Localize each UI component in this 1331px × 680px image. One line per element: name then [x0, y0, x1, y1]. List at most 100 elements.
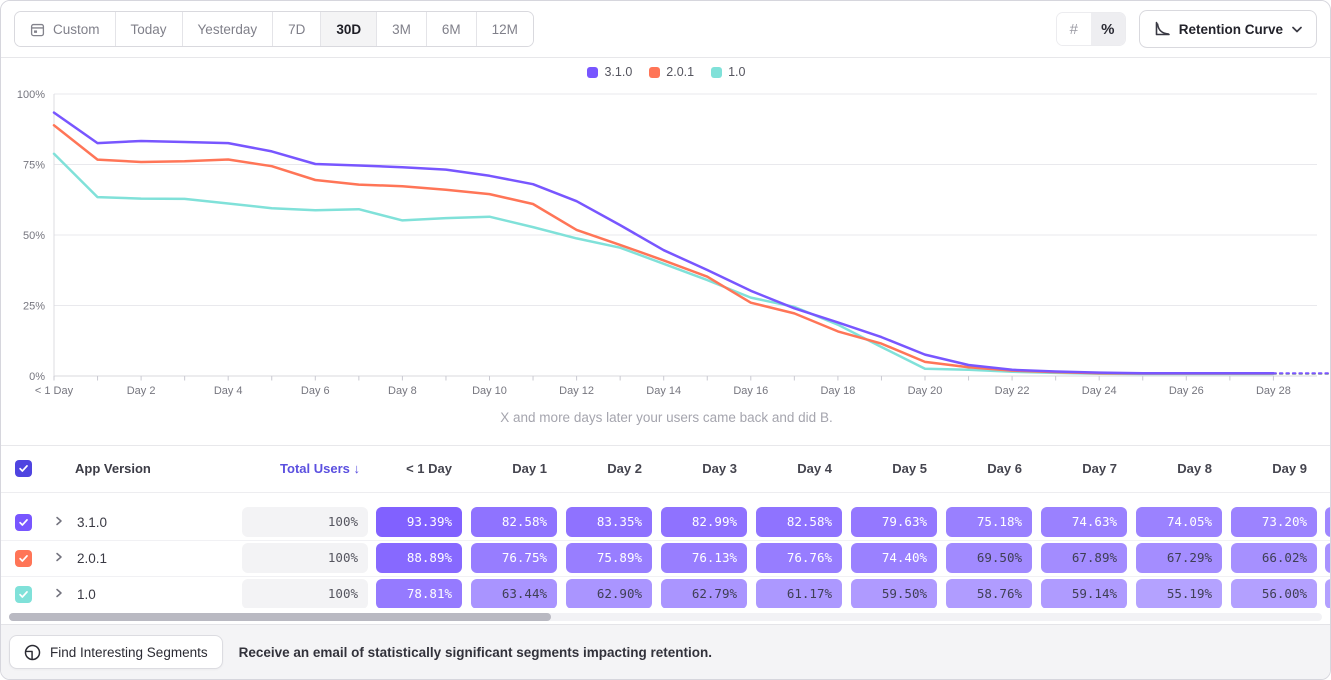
date-range-6m[interactable]: 6M	[427, 12, 477, 46]
calendar-icon	[30, 22, 45, 37]
row-checkbox-3.1.0[interactable]	[15, 514, 32, 531]
retention-cell-day-9[interactable]: 56.00%	[1231, 579, 1317, 609]
date-range-3m[interactable]: 3M	[377, 12, 427, 46]
format-percentage-button[interactable]: %	[1091, 13, 1125, 45]
svg-text:Day 18: Day 18	[820, 385, 855, 397]
column-header-app-version: App Version	[75, 461, 151, 476]
retention-cell-day-7[interactable]: 67.89%	[1041, 543, 1127, 573]
svg-text:25%: 25%	[23, 301, 45, 313]
date-range-control: CustomTodayYesterday7D30D3M6M12M	[14, 11, 534, 47]
svg-text:Day 16: Day 16	[733, 385, 768, 397]
svg-text:50%: 50%	[23, 230, 45, 242]
retention-cell-day-2[interactable]: 62.90%	[566, 579, 652, 609]
expand-chevron-icon[interactable]	[55, 588, 63, 598]
svg-text:Day 6: Day 6	[301, 385, 330, 397]
format-absolute-button[interactable]: #	[1057, 13, 1091, 45]
retention-cell-day-9[interactable]: 73.20%	[1231, 507, 1317, 537]
retention-cell-day-0[interactable]: 88.89%	[376, 543, 462, 573]
svg-text:Day 22: Day 22	[995, 385, 1030, 397]
date-range-7d[interactable]: 7D	[273, 12, 321, 46]
retention-cell-day-4[interactable]: 82.58%	[756, 507, 842, 537]
row-checkbox-1.0[interactable]	[15, 586, 32, 603]
column-header-day-1[interactable]: Day 1	[471, 461, 557, 476]
column-header-day-8[interactable]: Day 8	[1136, 461, 1222, 476]
svg-text:Day 28: Day 28	[1256, 385, 1291, 397]
column-header-1-day[interactable]: < 1 Day	[376, 461, 462, 476]
toolbar: CustomTodayYesterday7D30D3M6M12M #% Rete…	[1, 1, 1330, 58]
column-header-day-9[interactable]: Day 9	[1231, 461, 1317, 476]
column-header-day-7[interactable]: Day 7	[1041, 461, 1127, 476]
chevron-down-icon	[1292, 26, 1302, 33]
retention-cell-day-6[interactable]: 58.76%	[946, 579, 1032, 609]
column-header-day-2[interactable]: Day 2	[566, 461, 652, 476]
retention-cell-day-5[interactable]: 79.63%	[851, 507, 937, 537]
svg-text:Day 12: Day 12	[559, 385, 594, 397]
retention-table: App Version Total Users ↓ < 1 Day Day 1 Da…	[1, 445, 1331, 613]
svg-text:Day 2: Day 2	[127, 385, 156, 397]
retention-cell-day-9[interactable]: 66.02%	[1231, 543, 1317, 573]
column-header-day-5[interactable]: Day 5	[851, 461, 937, 476]
date-range-today[interactable]: Today	[116, 12, 183, 46]
date-range-yesterday[interactable]: Yesterday	[183, 12, 274, 46]
retention-cell-partial	[1325, 507, 1331, 537]
footer-bar: Find Interesting Segments Receive an ema…	[1, 624, 1330, 679]
retention-cell-day-2[interactable]: 75.89%	[566, 543, 652, 573]
retention-cell-day-6[interactable]: 69.50%	[946, 543, 1032, 573]
retention-cell-day-0[interactable]: 93.39%	[376, 507, 462, 537]
find-interesting-segments-label: Find Interesting Segments	[50, 645, 208, 660]
retention-cell-day-8[interactable]: 55.19%	[1136, 579, 1222, 609]
footer-message: Receive an email of statistically signif…	[239, 645, 712, 660]
retention-cell-day-3[interactable]: 76.13%	[661, 543, 747, 573]
svg-text:Day 20: Day 20	[908, 385, 943, 397]
date-range-12m[interactable]: 12M	[477, 12, 533, 46]
column-header-total-users[interactable]: Total Users ↓	[242, 461, 360, 476]
row-checkbox-2.0.1[interactable]	[15, 550, 32, 567]
app-version-label: 3.1.0	[77, 515, 107, 530]
retention-cell-day-1[interactable]: 76.75%	[471, 543, 557, 573]
sort-descending-icon: ↓	[354, 461, 361, 476]
chart-type-label: Retention Curve	[1179, 22, 1283, 37]
column-header-day-4[interactable]: Day 4	[756, 461, 842, 476]
date-range-30d[interactable]: 30D	[321, 12, 377, 46]
svg-text:Day 24: Day 24	[1082, 385, 1117, 397]
svg-text:Day 10: Day 10	[472, 385, 507, 397]
expand-chevron-icon[interactable]	[55, 552, 63, 562]
table-row-2.0.1: 2.0.1 100% 88.89% 76.75% 75.89% 76.13% 76.76% 7…	[1, 541, 1331, 577]
retention-cell-day-2[interactable]: 83.35%	[566, 507, 652, 537]
retention-cell-day-1[interactable]: 82.58%	[471, 507, 557, 537]
retention-cell-day-5[interactable]: 59.50%	[851, 579, 937, 609]
total-users-cell: 100%	[242, 543, 368, 573]
segments-icon	[24, 644, 41, 661]
app-version-label: 2.0.1	[77, 551, 107, 566]
retention-cell-day-8[interactable]: 74.05%	[1136, 507, 1222, 537]
retention-cell-day-5[interactable]: 74.40%	[851, 543, 937, 573]
retention-cell-day-3[interactable]: 62.79%	[661, 579, 747, 609]
retention-curve-icon	[1154, 21, 1170, 37]
retention-cell-day-7[interactable]: 59.14%	[1041, 579, 1127, 609]
retention-cell-day-8[interactable]: 67.29%	[1136, 543, 1222, 573]
svg-text:Day 26: Day 26	[1169, 385, 1204, 397]
expand-chevron-icon[interactable]	[55, 516, 63, 526]
find-interesting-segments-button[interactable]: Find Interesting Segments	[9, 635, 223, 669]
date-range-custom[interactable]: Custom	[15, 12, 116, 46]
retention-cell-day-1[interactable]: 63.44%	[471, 579, 557, 609]
svg-text:Day 4: Day 4	[214, 385, 243, 397]
retention-cell-day-0[interactable]: 78.81%	[376, 579, 462, 609]
svg-text:Day 8: Day 8	[388, 385, 417, 397]
retention-cell-day-3[interactable]: 82.99%	[661, 507, 747, 537]
column-header-day-6[interactable]: Day 6	[946, 461, 1032, 476]
select-all-checkbox[interactable]	[15, 460, 32, 477]
toolbar-right: #% Retention Curve	[1056, 10, 1317, 48]
retention-cell-partial	[1325, 543, 1331, 573]
scrollbar-thumb[interactable]	[9, 613, 551, 621]
chart-type-dropdown[interactable]: Retention Curve	[1139, 10, 1317, 48]
svg-text:0%: 0%	[29, 371, 45, 383]
retention-cell-day-4[interactable]: 61.17%	[756, 579, 842, 609]
svg-text:75%: 75%	[23, 160, 45, 172]
retention-cell-day-7[interactable]: 74.63%	[1041, 507, 1127, 537]
column-header-day-3[interactable]: Day 3	[661, 461, 747, 476]
retention-line-chart[interactable]: 0%25%50%75%100%< 1 DayDay 2Day 4Day 6Day…	[1, 58, 1331, 406]
svg-text:100%: 100%	[17, 89, 45, 101]
retention-cell-day-6[interactable]: 75.18%	[946, 507, 1032, 537]
retention-cell-day-4[interactable]: 76.76%	[756, 543, 842, 573]
